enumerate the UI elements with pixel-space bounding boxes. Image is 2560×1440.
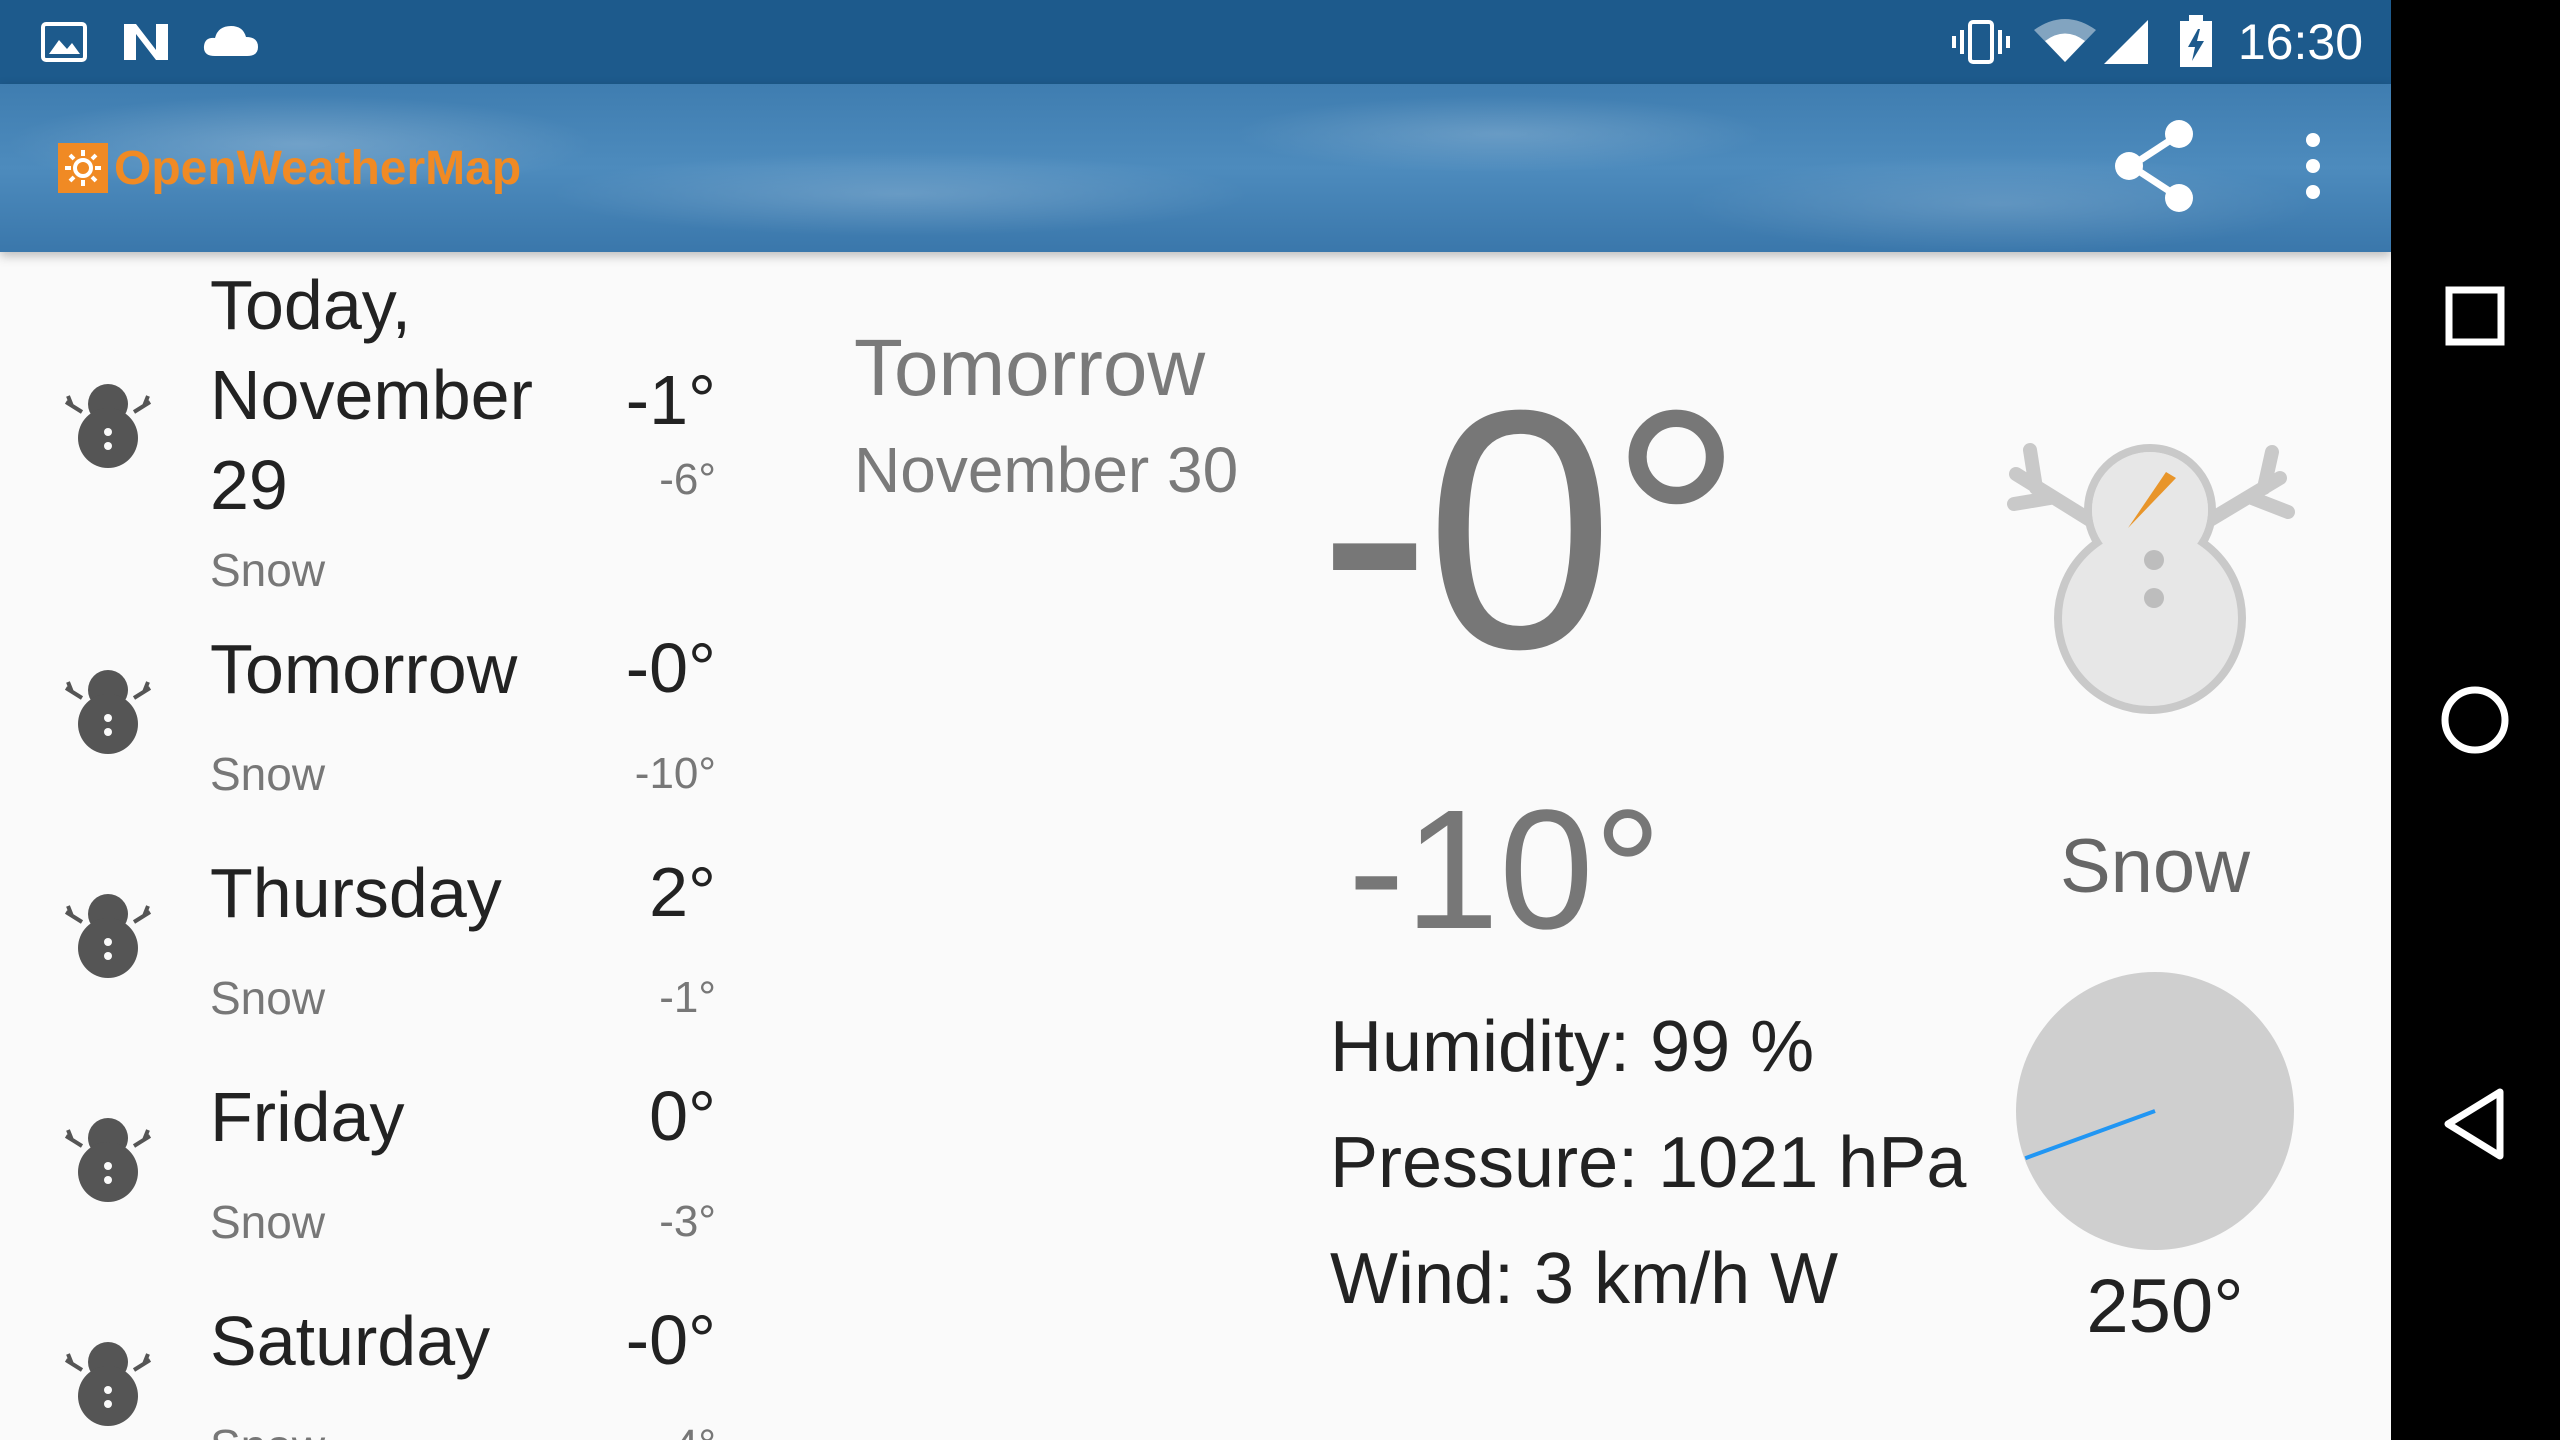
detail-high-temp: -0° bbox=[1318, 340, 1744, 720]
forecast-row-friday[interactable]: Friday Snow 0° -3° bbox=[0, 1077, 780, 1280]
detail-low-temp: -10° bbox=[1348, 775, 1662, 965]
cloud-icon bbox=[200, 14, 262, 70]
recents-icon bbox=[2445, 286, 2505, 346]
detail-pressure: Pressure: 1021 hPa bbox=[1330, 1123, 1967, 1203]
forecast-high: -0° bbox=[625, 629, 716, 707]
forecast-row-saturday[interactable]: Saturday Snow -0° -4° bbox=[0, 1301, 780, 1440]
wind-direction-dial bbox=[2014, 970, 2296, 1252]
snowman-large-icon bbox=[1990, 408, 2310, 718]
forecast-low: -10° bbox=[634, 749, 716, 798]
forecast-day: Thursday bbox=[210, 854, 502, 932]
back-icon bbox=[2444, 1088, 2504, 1160]
app-screen: 16:30 OpenWeatherMap Today, November 29 … bbox=[0, 0, 2391, 1440]
overflow-menu-button[interactable] bbox=[2288, 116, 2338, 216]
forecast-low: -1° bbox=[659, 973, 716, 1022]
forecast-high: 0° bbox=[649, 1077, 716, 1155]
snowman-icon bbox=[58, 1108, 158, 1208]
forecast-day: Friday bbox=[210, 1078, 405, 1156]
forecast-description: Snow bbox=[210, 748, 326, 800]
share-button[interactable] bbox=[2105, 116, 2205, 216]
detail-day: Tomorrow bbox=[854, 323, 1206, 412]
snowman-icon bbox=[58, 1332, 158, 1432]
app-bar: OpenWeatherMap bbox=[0, 84, 2391, 252]
forecast-description: Snow bbox=[210, 544, 326, 596]
status-time: 16:30 bbox=[2237, 14, 2363, 70]
forecast-low: -6° bbox=[659, 455, 716, 504]
status-bar: 16:30 bbox=[0, 0, 2391, 84]
forecast-list: Today, November 29 Snow -1° -6° Tomorrow… bbox=[0, 252, 780, 1440]
forecast-day: Today, November 29 bbox=[210, 266, 533, 524]
detail-date: November 30 bbox=[854, 434, 1239, 506]
wind-direction-degrees: 250° bbox=[2086, 1264, 2244, 1349]
recents-button[interactable] bbox=[2425, 266, 2525, 366]
navigation-bar bbox=[2391, 0, 2560, 1440]
forecast-day: Saturday bbox=[210, 1302, 491, 1380]
forecast-row-today[interactable]: Today, November 29 Snow -1° -6° bbox=[0, 252, 780, 612]
home-button[interactable] bbox=[2425, 670, 2525, 770]
forecast-row-thursday[interactable]: Thursday Snow 2° -1° bbox=[0, 853, 780, 1056]
detail-humidity: Humidity: 99 % bbox=[1330, 1007, 1815, 1087]
n-icon bbox=[118, 14, 174, 70]
forecast-row-tomorrow[interactable]: Tomorrow Snow -0° -10° bbox=[0, 629, 780, 832]
forecast-low: -3° bbox=[659, 1197, 716, 1246]
signal-icon bbox=[2102, 14, 2152, 70]
wifi-icon bbox=[2032, 14, 2098, 70]
back-button[interactable] bbox=[2425, 1074, 2525, 1174]
forecast-day: Tomorrow bbox=[210, 630, 518, 708]
image-icon bbox=[38, 14, 90, 70]
snowman-icon bbox=[58, 884, 158, 984]
forecast-high: -1° bbox=[625, 361, 716, 439]
forecast-high: -0° bbox=[625, 1301, 716, 1379]
more-vert-icon bbox=[2306, 133, 2320, 199]
logo-text: OpenWeatherMap bbox=[114, 141, 522, 195]
detail-wind: Wind: 3 km/h W bbox=[1330, 1239, 1839, 1319]
share-icon bbox=[2115, 120, 2193, 212]
snowman-icon bbox=[58, 660, 158, 760]
vibrate-icon bbox=[1948, 14, 2014, 70]
sun-logo-icon bbox=[58, 143, 108, 193]
forecast-low: -4° bbox=[536, 1418, 716, 1440]
snowman-icon bbox=[58, 374, 158, 474]
battery-charging-icon bbox=[2176, 14, 2216, 70]
detail-condition: Snow bbox=[2059, 824, 2251, 909]
forecast-high: 2° bbox=[649, 853, 716, 931]
forecast-description: Snow bbox=[210, 1196, 326, 1248]
home-icon bbox=[2441, 686, 2509, 754]
forecast-description: Snow bbox=[210, 972, 326, 1024]
app-logo: OpenWeatherMap bbox=[58, 136, 521, 200]
forecast-description: Snow bbox=[210, 1418, 325, 1440]
